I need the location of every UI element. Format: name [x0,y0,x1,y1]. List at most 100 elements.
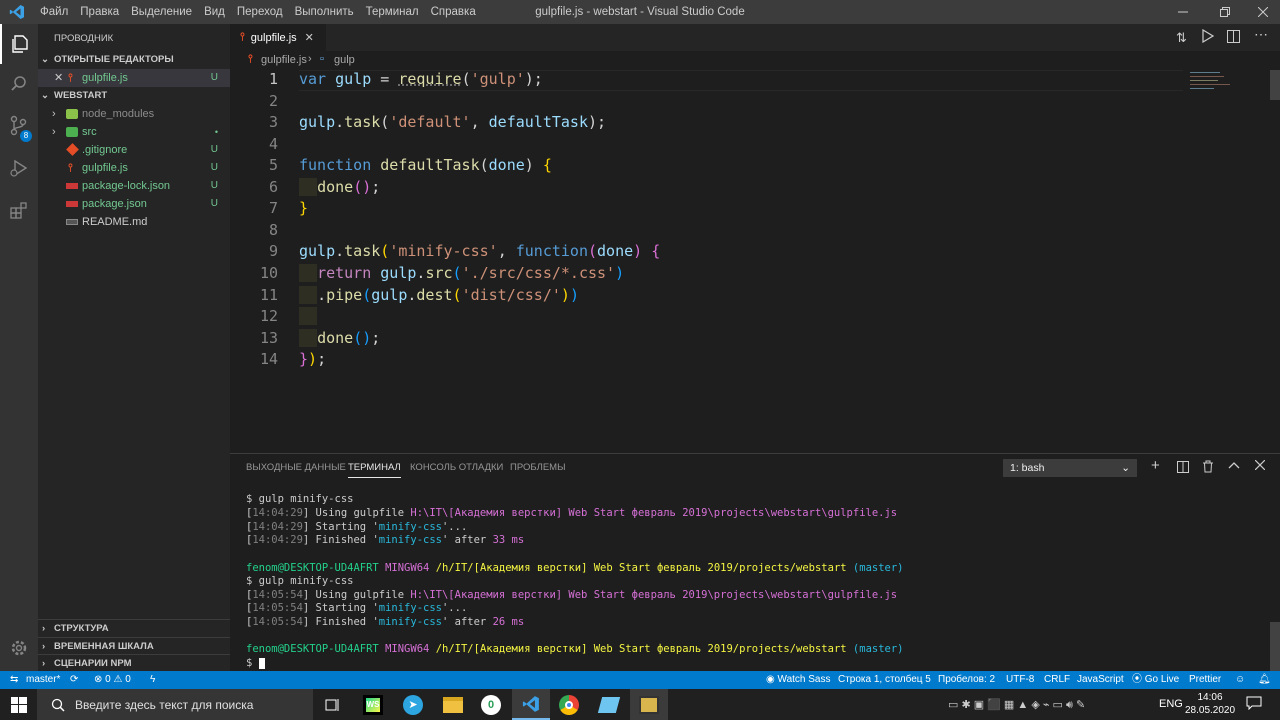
indentation[interactable]: Пробелов: 2 [938,671,995,689]
notifications-bell-icon[interactable]: 🔔︎ [1258,671,1271,689]
run-debug-icon[interactable] [0,148,38,188]
more-actions-icon[interactable]: ⋯ [1254,26,1268,43]
timeline-section[interactable]: › ВРЕМЕННАЯ ШКАЛА [38,637,230,655]
node-folder-icon [66,109,78,119]
lightning-icon[interactable]: ϟ [150,671,155,689]
tree-item-package-lock[interactable]: package-lock.json U [38,177,230,195]
watch-sass-button[interactable]: ◉ Watch Sass [766,671,831,689]
maximize-panel-icon[interactable] [1228,460,1240,473]
line-number: 11 [259,286,278,304]
clock-date: 28.05.2020 [1185,705,1236,716]
file-explorer-app-icon[interactable] [434,689,472,720]
feedback-icon[interactable]: ☺ [1235,671,1245,689]
problems-indicator[interactable]: ⊗ 0 ⚠ 0 [94,671,131,689]
go-live-button[interactable]: ⦿ Go Live [1132,671,1179,689]
terminal-cursor [258,657,265,669]
notepad-app-icon[interactable] [590,689,628,720]
open-editor-item[interactable]: ✕ ⫯ gulpfile.js U [38,69,230,87]
menu-file[interactable]: Файл [34,0,74,24]
line-number: 5 [268,156,278,174]
split-terminal-icon[interactable] [1177,461,1189,476]
explorer-icon[interactable] [0,24,38,64]
project-section[interactable]: ⌄ WEBSTART [38,87,230,105]
npm-icon [66,201,78,207]
tab-output[interactable]: ВЫХОДНЫЕ ДАННЫЕ [246,462,346,473]
terminal-app-icon[interactable] [630,689,668,720]
tab-terminal[interactable]: ТЕРМИНАЛ [348,462,401,478]
remote-icon[interactable]: ⇆ [10,671,18,689]
search-icon[interactable] [0,64,38,104]
split-editor-icon[interactable] [1227,30,1240,46]
task-view-icon[interactable] [314,689,352,720]
line-number: 12 [259,307,278,325]
new-terminal-icon[interactable]: + [1151,457,1160,474]
tree-item-gulpfile[interactable]: ⫯ gulpfile.js U [38,159,230,177]
close-panel-icon[interactable] [1254,459,1266,473]
npm-icon [66,183,78,189]
cursor-position[interactable]: Строка 1, столбец 5 [838,671,931,689]
open-editors-section[interactable]: ⌄ ОТКРЫТЫЕ РЕДАКТОРЫ [38,51,230,69]
menu-edit[interactable]: Правка [74,0,125,24]
source-control-icon[interactable]: 8 [0,106,38,146]
menu-help[interactable]: Справка [425,0,482,24]
tree-item-package-json[interactable]: package.json U [38,195,230,213]
terminal-scrollbar[interactable] [1270,622,1280,672]
editor-scrollbar[interactable] [1270,70,1280,100]
line-number: 8 [268,221,278,239]
terminal-select[interactable]: 1: bash ⌄ [1003,459,1137,477]
telegram-app-icon[interactable]: ➤ [394,689,432,720]
prettier-button[interactable]: Prettier [1189,671,1221,689]
close-tab-icon[interactable]: ✕ [305,31,314,44]
taskbar-search-input[interactable]: Введите здесь текст для поиска [37,689,313,720]
compare-changes-icon[interactable]: ⇅ [1176,30,1187,46]
minimize-icon[interactable] [1166,0,1200,24]
menu-terminal[interactable]: Терминал [360,0,425,24]
breadcrumb-symbol[interactable]: gulp [334,54,355,66]
tree-item-label: package.json [82,198,147,210]
sync-icon[interactable]: ⟳ [70,671,78,689]
trash-icon[interactable] [1202,460,1214,476]
menu-view[interactable]: Вид [198,0,231,24]
tree-item-src[interactable]: › src • [38,123,230,141]
npm-scripts-section[interactable]: › СЦЕНАРИИ NPM [38,654,230,672]
clock-time: 14:06 [1197,692,1223,703]
vscode-app-icon[interactable] [512,689,550,720]
code-line: }); [299,350,327,368]
untracked-badge: U [210,162,218,173]
code-line: return gulp.src('./src/css/*.css') [299,264,624,282]
menu-run[interactable]: Выполнить [289,0,360,24]
breadcrumb-file[interactable]: gulpfile.js [261,54,307,66]
tab-gulpfile[interactable]: ⫯ gulpfile.js ✕ [230,24,326,51]
menu-go[interactable]: Переход [231,0,289,24]
action-center-icon[interactable] [1246,696,1262,713]
code-line: } [299,199,309,217]
git-branch[interactable]: master* [26,671,60,689]
menu-selection[interactable]: Выделение [125,0,198,24]
tree-item-gitignore[interactable]: .gitignore U [38,141,230,159]
tab-debug-console[interactable]: КОНСОЛЬ ОТЛАДКИ [410,462,503,473]
code-editor[interactable]: 1 2 3 4 5 6 7 8 9 10 11 12 13 14 var gulp = require('… [230,70,1280,453]
run-file-icon[interactable] [1202,28,1215,46]
tab-problems[interactable]: ПРОБЛЕМЫ [510,462,565,473]
tree-item-node-modules[interactable]: › node_modules [38,105,230,123]
language-mode[interactable]: JavaScript [1077,671,1124,689]
app-circle-icon[interactable]: 0 [472,689,510,720]
minimap[interactable] [1188,70,1266,92]
line-number: 3 [268,113,278,131]
close-editor-icon[interactable]: ✕ [54,69,63,87]
git-icon [66,143,79,156]
clock[interactable]: 14:06 28.05.2020 [1185,691,1235,717]
tree-item-readme[interactable]: README.md [38,213,230,231]
language-indicator[interactable]: ENG [1159,698,1183,710]
chrome-app-icon[interactable] [550,689,588,720]
outline-section[interactable]: › СТРУКТУРА [38,619,230,637]
extensions-icon[interactable] [0,190,38,230]
webstorm-app-icon[interactable]: WS [354,689,392,720]
close-icon[interactable] [1246,0,1280,24]
tray-icons[interactable]: ▭ ✱ ▣ ⬛ ▦ ▲ ◈ ⌁ ▭ 🔊︎ ✎ [948,698,1085,712]
encoding[interactable]: UTF-8 [1006,671,1034,689]
settings-gear-icon[interactable] [0,628,38,668]
line-ending[interactable]: CRLF [1044,671,1070,689]
restore-icon[interactable] [1208,0,1242,24]
windows-start-icon[interactable] [0,689,38,720]
